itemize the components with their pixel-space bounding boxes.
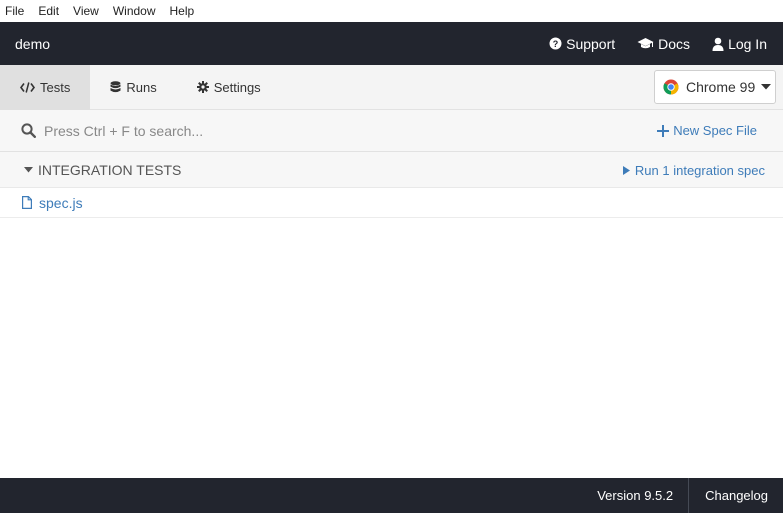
changelog-link[interactable]: Changelog — [688, 478, 783, 513]
search-icon — [21, 123, 36, 138]
run-specs-label: Run 1 integration spec — [634, 163, 765, 178]
spec-file-row[interactable]: spec.js — [0, 188, 783, 218]
menu-edit[interactable]: Edit — [38, 4, 59, 18]
menu-help[interactable]: Help — [170, 4, 195, 18]
docs-label: Docs — [658, 35, 691, 52]
run-integration-specs-button[interactable]: Run 1 integration spec — [622, 163, 765, 178]
plus-icon — [657, 124, 670, 137]
menu-view[interactable]: View — [73, 4, 99, 18]
browser-selected-label: Chrome 99 — [686, 79, 756, 95]
tabs-bar: Tests Runs Settings Chrome 99 — [0, 64, 783, 110]
browser-dropdown[interactable]: Chrome 99 — [654, 70, 776, 104]
new-spec-file-button[interactable]: New Spec File — [657, 123, 757, 138]
header-nav: ? Support Docs Log In — [527, 36, 783, 52]
project-name: demo — [15, 35, 51, 52]
login-link[interactable]: Log In — [712, 36, 767, 52]
search-bar: New Spec File — [0, 110, 783, 152]
version-label: Version 9.5.2 — [597, 488, 674, 503]
header-bar: demo ? Support Docs Log In — [0, 22, 783, 65]
new-spec-file-label: New Spec File — [673, 123, 757, 138]
section-title: INTEGRATION TESTS — [38, 161, 182, 178]
footer-bar: Version 9.5.2 Changelog — [0, 478, 783, 513]
code-icon — [20, 81, 35, 93]
chrome-icon — [663, 79, 679, 95]
login-label: Log In — [728, 35, 767, 52]
menu-file[interactable]: File — [5, 4, 24, 18]
support-link[interactable]: ? Support — [549, 36, 615, 52]
play-icon — [622, 166, 630, 175]
tab-runs[interactable]: Runs — [90, 65, 176, 110]
tab-tests-label: Tests — [40, 79, 71, 95]
docs-link[interactable]: Docs — [637, 36, 690, 52]
tab-settings-label: Settings — [213, 79, 261, 95]
integration-tests-header: INTEGRATION TESTS Run 1 integration spec — [0, 152, 783, 188]
question-circle-icon: ? — [549, 37, 562, 50]
caret-down-icon — [24, 166, 33, 172]
tab-tests[interactable]: Tests — [0, 64, 91, 110]
support-label: Support — [566, 35, 616, 52]
database-icon — [110, 81, 121, 93]
spec-file-name: spec.js — [39, 194, 83, 211]
integration-tests-toggle[interactable]: INTEGRATION TESTS — [0, 162, 181, 178]
svg-text:?: ? — [553, 39, 559, 49]
file-icon — [22, 196, 32, 209]
caret-down-icon — [761, 84, 772, 90]
gear-icon — [196, 81, 209, 93]
app-menubar: File Edit View Window Help — [0, 0, 783, 22]
graduation-cap-icon — [637, 38, 654, 49]
user-icon — [712, 37, 724, 51]
tab-settings[interactable]: Settings — [177, 65, 281, 110]
menu-window[interactable]: Window — [113, 4, 156, 18]
tab-runs-label: Runs — [126, 79, 157, 95]
search-input[interactable] — [44, 122, 444, 139]
